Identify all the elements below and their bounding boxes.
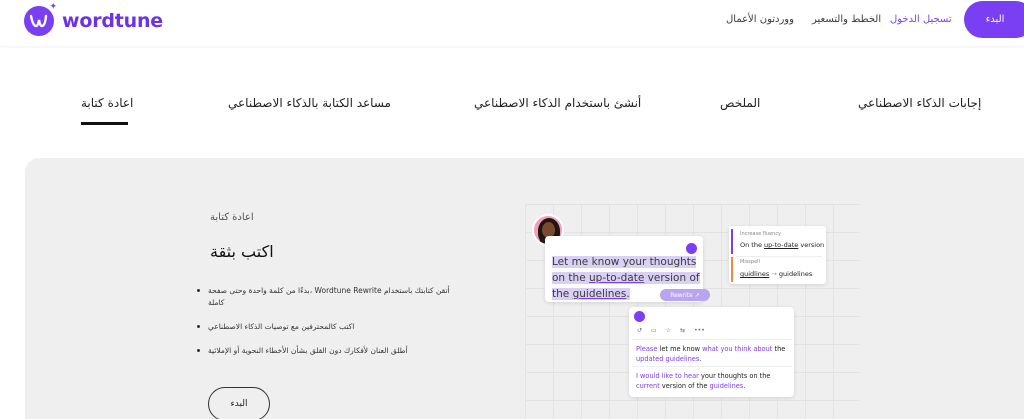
active-tab-indicator <box>81 122 128 125</box>
undo-icon[interactable]: ↺ <box>637 327 642 334</box>
feature-title: اكتب بثقة <box>210 242 274 261</box>
logo-text: wordtune <box>62 10 163 32</box>
tab-rewrite[interactable]: اعادة كتابة <box>81 96 133 110</box>
card-icon[interactable]: ▭ <box>651 327 657 334</box>
divider <box>632 339 792 340</box>
rewrite-option[interactable]: I would like to hear your thoughts on th… <box>636 371 786 391</box>
rewrites-toolbar: ↺ ▭ ☆ ⇆ ••• <box>637 327 705 334</box>
suggestion-accent-bar <box>731 257 733 282</box>
start-button[interactable]: البدء <box>964 1 1024 38</box>
feature-bullet: أطلق العنان لأفكارك دون القلق بشأن الأخط… <box>196 345 466 357</box>
swap-icon[interactable]: ⇆ <box>680 327 685 334</box>
tab-create-with-ai[interactable]: أنشئ باستخدام الذكاء الاصطناعي <box>474 96 641 110</box>
nav-pricing[interactable]: الخطط والتسعير <box>812 14 881 25</box>
rewrite-option[interactable]: Please let me know what you think about … <box>636 344 786 364</box>
nav-business[interactable]: ووردتون الأعمال <box>726 14 794 25</box>
top-header: ✦ wordtune ووردتون الأعمال الخطط والتسعي… <box>0 0 1024 46</box>
wordtune-badge-icon <box>634 311 645 322</box>
divider <box>632 366 792 367</box>
feature-eyebrow: اعادة كتابة <box>210 212 254 223</box>
suggestion-label: Increase fluency <box>740 231 782 237</box>
nav-login[interactable]: تسجيل الدخول <box>890 14 952 25</box>
suggestion-label: Misspell <box>740 259 760 265</box>
more-icon[interactable]: ••• <box>694 327 705 334</box>
star-icon[interactable]: ☆ <box>666 327 671 334</box>
wordtune-logo[interactable]: ✦ wordtune <box>24 2 163 36</box>
suggestion-text[interactable]: On the up-to-date version <box>740 241 824 249</box>
tab-ai-answers[interactable]: إجابات الذكاء الاصطناعي <box>858 96 981 110</box>
divider <box>736 256 822 257</box>
suggestion-accent-bar <box>731 229 733 254</box>
suggestion-text[interactable]: guidlines → guidelines <box>740 270 812 278</box>
feature-start-button[interactable]: البدء <box>208 387 270 419</box>
wordtune-badge-icon <box>686 243 697 254</box>
tab-summary[interactable]: الملخص <box>720 96 760 110</box>
tab-ai-writing-assistant[interactable]: مساعد الكتابة بالذكاء الاصطناعي <box>228 96 391 110</box>
wordtune-logo-icon: ✦ <box>24 2 57 36</box>
feature-bullet: بدءًا من كلمة واحدة وحتى صفحة، Wordtune … <box>196 285 466 309</box>
sparkle-icon: ✦ <box>49 2 57 12</box>
rewrite-button[interactable]: Rewrite ↗ <box>660 289 710 301</box>
feature-bullets: بدءًا من كلمة واحدة وحتى صفحة، Wordtune … <box>196 285 466 369</box>
feature-bullet: اكتب كالمحترفين مع توصيات الذكاء الاصطنا… <box>196 321 466 333</box>
